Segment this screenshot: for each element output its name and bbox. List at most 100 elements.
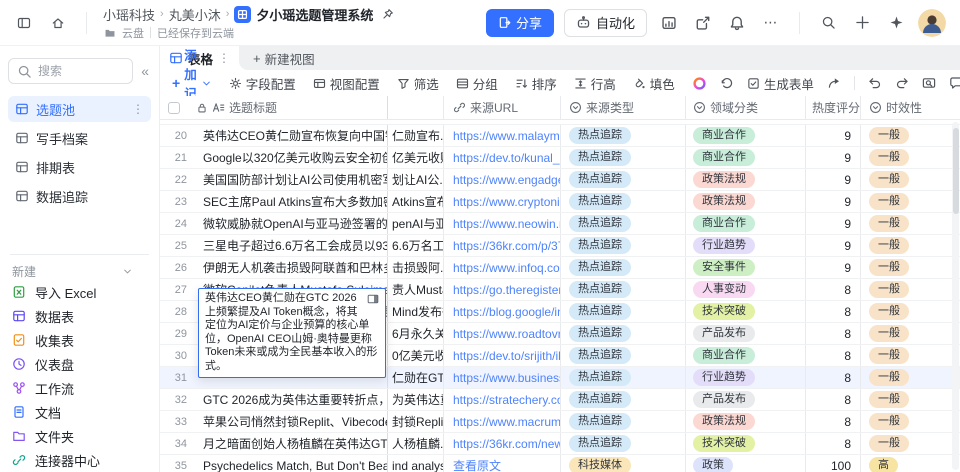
cell-score[interactable]: 8 — [805, 301, 860, 322]
cell-hidden-column[interactable]: 6.6万名工... — [387, 235, 443, 256]
table-row[interactable]: 21 Google以320亿美元收购云安全初创公司... 亿美元收购... ht… — [160, 147, 960, 169]
workbench-icon[interactable] — [657, 11, 681, 35]
cell-domain[interactable]: 政策 — [685, 455, 805, 472]
generate-form-button[interactable]: 生成表单 — [747, 74, 814, 93]
cell-score[interactable]: 9 — [805, 235, 860, 256]
history-icon[interactable] — [720, 76, 734, 90]
cell-hidden-column[interactable]: ind analysi... — [387, 455, 443, 472]
sidebar-item-table-2[interactable]: 排期表 — [8, 154, 151, 180]
cell-url[interactable]: https://dev.to/kunal_d6... — [443, 147, 560, 168]
url-link[interactable]: https://stratechery.com/... — [453, 393, 560, 407]
tab-menu-icon[interactable]: ⋮ — [218, 51, 230, 65]
cell-url[interactable]: https://www.neowin.net... — [443, 213, 560, 234]
cell-hidden-column[interactable]: 仁勋在GTC... — [387, 367, 443, 388]
toolbar-row-height-button[interactable]: 行高 — [574, 74, 616, 93]
plus-icon[interactable] — [850, 11, 874, 35]
url-link[interactable]: https://www.neowin.net... — [453, 217, 560, 231]
cell-timeliness[interactable]: 一般 — [860, 213, 960, 234]
sparkle-icon[interactable] — [884, 11, 908, 35]
url-link[interactable]: https://dev.to/srijith/ib... — [453, 349, 560, 363]
cell-title[interactable]: Psychedelics Match, But Don't Beat, Tra.… — [196, 455, 387, 472]
vertical-scrollbar[interactable] — [953, 128, 959, 214]
cell-timeliness[interactable]: 一般 — [860, 411, 960, 432]
cell-score[interactable]: 8 — [805, 411, 860, 432]
cell-source-type[interactable]: 热点追踪 — [560, 169, 685, 190]
search-icon[interactable] — [816, 11, 840, 35]
cell-domain[interactable]: 行业趋势 — [685, 367, 805, 388]
cell-timeliness[interactable]: 一般 — [860, 345, 960, 366]
create-item-doc[interactable]: 文档 — [0, 400, 159, 424]
url-link[interactable]: https://dev.to/kunal_d6... — [453, 151, 560, 165]
cell-url[interactable]: https://go.theregister.co... — [443, 279, 560, 300]
toolbar-gear-button[interactable]: 字段配置 — [229, 74, 296, 93]
cell-score[interactable]: 100 — [805, 455, 860, 472]
cell-score[interactable]: 9 — [805, 125, 860, 146]
cell-hidden-column[interactable]: Mind发布衡... — [387, 301, 443, 322]
cell-url[interactable]: https://36kr.com/newsfl... — [443, 433, 560, 454]
column-header-domain[interactable]: 领域分类 — [685, 96, 805, 119]
cell-hidden-column[interactable]: penAI与亚... — [387, 213, 443, 234]
ai-ring-icon[interactable] — [692, 76, 707, 91]
cell-hidden-column[interactable]: 0亿美元收... — [387, 345, 443, 366]
column-header-time[interactable]: 时效性 — [860, 96, 960, 119]
create-section-header[interactable]: 新建 — [0, 263, 159, 280]
cell-source-type[interactable]: 热点追踪 — [560, 125, 685, 146]
bell-icon[interactable] — [725, 11, 749, 35]
cell-hidden-column[interactable]: 亿美元收购... — [387, 147, 443, 168]
url-link[interactable]: 查看原文 — [453, 457, 501, 472]
share-view-icon[interactable] — [827, 76, 841, 90]
table-row[interactable]: 34 月之暗面创始人杨植麟在英伟达GTC 202... 人杨植麟... http… — [160, 433, 960, 455]
sidebar-item-table-1[interactable]: 写手档案 — [8, 125, 151, 151]
cell-title[interactable]: 三星电子超过6.6万名工会成员以93.1%... — [196, 235, 387, 256]
cell-title[interactable]: 伊朗无人机袭击损毁阿联酋和巴林多个A... — [196, 257, 387, 278]
cell-source-type[interactable]: 热点追踪 — [560, 147, 685, 168]
column-header-source[interactable]: 来源类型 — [560, 96, 685, 119]
url-link[interactable]: https://www.infoq.com/... — [453, 261, 560, 275]
column-header-title[interactable]: 选题标题 — [196, 96, 387, 119]
cell-domain[interactable]: 商业合作 — [685, 147, 805, 168]
cell-score[interactable]: 9 — [805, 257, 860, 278]
cell-url[interactable]: https://www.infoq.com/... — [443, 257, 560, 278]
search-input[interactable] — [38, 64, 108, 78]
cell-hidden-column[interactable]: 6月永久关... — [387, 323, 443, 344]
cell-title[interactable]: 月之暗面创始人杨植麟在英伟达GTC 202... — [196, 433, 387, 454]
create-item-connector[interactable]: 连接器中心 — [0, 448, 159, 472]
sidebar-toggle-icon[interactable] — [12, 11, 36, 35]
sidebar-item-table-3[interactable]: 数据追踪 — [8, 183, 151, 209]
cell-hidden-column[interactable]: 为英伟达重... — [387, 389, 443, 410]
select-all-checkbox[interactable] — [168, 102, 180, 114]
cell-domain[interactable]: 商业合作 — [685, 345, 805, 366]
expanded-cell-popup[interactable]: 英伟达CEO黄仁勋在GTC 2026上频繁提及AI Token概念，将其定位为A… — [198, 288, 386, 378]
url-link[interactable]: https://www.businessin... — [453, 371, 560, 385]
cell-url[interactable]: https://www.businessin... — [443, 367, 560, 388]
toolbar-view-config-button[interactable]: 视图配置 — [313, 74, 380, 93]
cell-url[interactable]: https://stratechery.com/... — [443, 389, 560, 410]
table-row[interactable]: 25 三星电子超过6.6万名工会成员以93.1%... 6.6万名工... ht… — [160, 235, 960, 257]
cell-timeliness[interactable]: 一般 — [860, 323, 960, 344]
cell-timeliness[interactable]: 一般 — [860, 279, 960, 300]
undo-icon[interactable] — [868, 76, 882, 90]
cell-source-type[interactable]: 热点追踪 — [560, 411, 685, 432]
cell-timeliness[interactable]: 一般 — [860, 367, 960, 388]
cell-source-type[interactable]: 热点追踪 — [560, 257, 685, 278]
cell-score[interactable]: 9 — [805, 169, 860, 190]
cell-title[interactable]: 微软威胁就OpenAI与亚马逊签署的500... — [196, 213, 387, 234]
cell-source-type[interactable]: 热点追踪 — [560, 389, 685, 410]
table-row[interactable]: 20 英伟达CEO黄仁勋宣布恢复向中国销售高... 仁勋宣布... https:… — [160, 125, 960, 147]
cell-timeliness[interactable]: 一般 — [860, 169, 960, 190]
create-item-collect-form[interactable]: 收集表 — [0, 328, 159, 352]
cell-timeliness[interactable]: 一般 — [860, 301, 960, 322]
url-link[interactable]: https://www.roadtovr.co... — [453, 327, 560, 341]
table-row[interactable]: 26 伊朗无人机袭击损毁阿联酋和巴林多个A... 击损毁阿... https:/… — [160, 257, 960, 279]
share-out-icon[interactable] — [691, 11, 715, 35]
cell-url[interactable]: https://www.roadtovr.co... — [443, 323, 560, 344]
cell-timeliness[interactable]: 一般 — [860, 191, 960, 212]
cell-source-type[interactable]: 热点追踪 — [560, 301, 685, 322]
column-header-url[interactable]: 来源URL — [443, 96, 560, 119]
cell-timeliness[interactable]: 一般 — [860, 147, 960, 168]
cell-score[interactable]: 9 — [805, 213, 860, 234]
cell-hidden-column[interactable]: Atkins宣布... — [387, 191, 443, 212]
url-link[interactable]: https://go.theregister.co... — [453, 283, 560, 297]
url-link[interactable]: https://blog.google/inno... — [453, 305, 560, 319]
cell-url[interactable]: https://www.malaymail.... — [443, 125, 560, 146]
